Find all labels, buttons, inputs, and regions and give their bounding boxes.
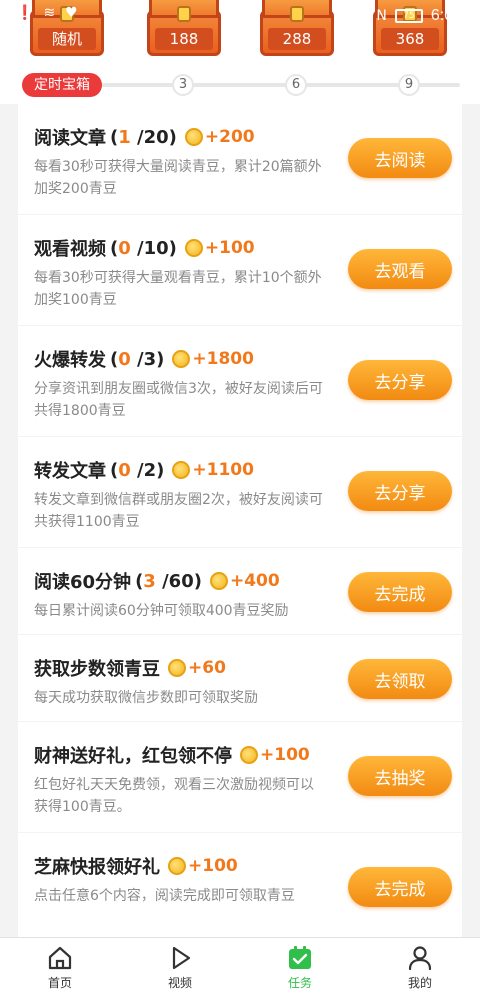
task-progress-total: /3) <box>137 348 165 370</box>
go-watch-button[interactable]: 去观看 <box>348 249 452 289</box>
task-progress-done: 0 <box>118 237 131 259</box>
nav-profile[interactable]: 我的 <box>385 944 455 991</box>
coin-icon <box>172 461 191 479</box>
task-description: 每日累计阅读60分钟可领取400青豆奖励 <box>34 603 289 619</box>
task-title-row: 转发文章 (0 /2) +1100 <box>34 457 254 483</box>
user-icon <box>408 946 432 971</box>
task-progress-done: 0 <box>118 348 131 370</box>
task-card: 阅读文章 (1 /20) +200 每看30秒可获得大量阅读青豆，累计20篇额外… <box>18 104 462 214</box>
nav-label: 任务 <box>287 976 312 990</box>
task-progress: (3 /60) <box>135 570 202 592</box>
battery-icon: 75 <box>394 9 423 23</box>
coin-icon <box>209 572 228 590</box>
task-reward: +100 <box>204 238 255 258</box>
timeline-node: 6 <box>285 74 307 96</box>
task-title-row: 火爆转发 (0 /3) +1800 <box>34 346 254 372</box>
go-complete-button[interactable]: 去完成 <box>348 572 452 612</box>
nav-home[interactable]: 首页 <box>25 944 95 991</box>
task-reward: +100 <box>260 745 310 765</box>
task-progress-total: /60) <box>162 570 202 592</box>
go-claim-button[interactable]: 去领取 <box>348 659 452 699</box>
heart-icon: ♥ <box>65 5 78 21</box>
go-share-button[interactable]: 去分享 <box>348 471 452 511</box>
task-progress-total: /20) <box>137 126 177 148</box>
home-icon <box>48 946 72 970</box>
task-card: 火爆转发 (0 /3) +1800 分享资讯到朋友圈或微信3次，被好友阅读后可共… <box>18 326 462 436</box>
nav-video[interactable]: 视频 <box>145 944 215 991</box>
task-progress: (0 /2) <box>110 459 165 481</box>
task-reward: +400 <box>229 571 280 591</box>
go-read-button[interactable]: 去阅读 <box>348 138 452 178</box>
task-card: 阅读60分钟 (3 /60) +400 每日累计阅读60分钟可领取400青豆奖励… <box>18 548 462 634</box>
task-description: 分享资讯到朋友圈或微信3次，被好友阅读后可共得1800青豆 <box>34 381 323 419</box>
coin-icon <box>168 857 186 875</box>
coin-icon <box>172 350 191 368</box>
bottom-nav: 首页 视频 任务 我的 <box>0 937 480 997</box>
task-description: 转发文章到微信群或朋友圈2次，被好友阅读可共获得1100青豆 <box>34 492 323 530</box>
task-title-row: 观看视频 (0 /10) +100 <box>34 235 255 261</box>
task-reward: +1100 <box>192 460 254 480</box>
task-title: 获取步数领青豆 <box>34 659 160 680</box>
task-title-row: 阅读60分钟 (3 /60) +400 <box>34 568 280 594</box>
task-description: 点击任意6个内容，阅读完成即可领取青豆 <box>34 888 295 904</box>
task-progress: (1 /20) <box>110 126 177 148</box>
task-title: 财神送好礼，红包领不停 <box>34 746 232 767</box>
task-progress-done: 1 <box>118 126 131 148</box>
go-complete-button[interactable]: 去完成 <box>348 867 452 907</box>
task-description: 每看30秒可获得大量观看青豆，累计10个额外加奖100青豆 <box>34 270 322 308</box>
task-title: 阅读60分钟 <box>34 572 132 593</box>
coin-icon <box>240 746 258 764</box>
task-title: 火爆转发 <box>34 350 106 371</box>
timed-chest-badge[interactable]: 定时宝箱 <box>22 73 102 97</box>
task-reward: +1800 <box>192 349 254 369</box>
task-title-row: 阅读文章 (1 /20) +200 <box>34 124 255 150</box>
task-card: 获取步数领青豆 +60 每天成功获取微信步数即可领取奖励 去领取 <box>18 635 462 721</box>
task-title-row: 财神送好礼，红包领不停 +100 <box>34 742 310 768</box>
task-icon <box>289 946 311 969</box>
task-card: 财神送好礼，红包领不停 +100 红包好礼天天免费领，观看三次激励视频可以获得1… <box>18 722 462 832</box>
nav-tasks[interactable]: 任务 <box>265 944 335 991</box>
timeline-node: 9 <box>398 74 420 96</box>
go-share-button[interactable]: 去分享 <box>348 360 452 400</box>
task-progress-done: 0 <box>118 459 131 481</box>
chest-timeline: 定时宝箱 3 6 9 <box>20 73 460 97</box>
play-icon <box>172 946 191 970</box>
nav-label: 视频 <box>167 976 192 990</box>
go-lottery-button[interactable]: 去抽奖 <box>348 756 452 796</box>
wifi-icon: ≋ <box>43 5 56 21</box>
task-card: 转发文章 (0 /2) +1100 转发文章到微信群或朋友圈2次，被好友阅读可共… <box>18 437 462 547</box>
nfc-icon: N <box>376 8 387 24</box>
timeline-node: 3 <box>172 74 194 96</box>
coin-icon <box>168 659 186 677</box>
task-reward: +200 <box>204 127 255 147</box>
task-description: 每看30秒可获得大量阅读青豆，累计20篇额外加奖200青豆 <box>34 159 322 197</box>
task-description: 红包好礼天天免费领，观看三次激励视频可以获得100青豆。 <box>34 777 314 815</box>
task-reward: +60 <box>188 658 226 678</box>
status-bar: ❗ ≋ ♥ N 75 6:07 <box>0 0 480 34</box>
task-title: 芝麻快报领好礼 <box>34 857 160 878</box>
task-title-row: 获取步数领青豆 +60 <box>34 655 226 681</box>
nav-label: 我的 <box>407 976 432 990</box>
coin-icon <box>184 239 203 257</box>
task-progress-done: 3 <box>143 570 156 592</box>
task-description: 每天成功获取微信步数即可领取奖励 <box>34 690 258 706</box>
task-reward: +100 <box>188 856 238 876</box>
nav-label: 首页 <box>47 976 72 990</box>
task-card: 芝麻快报领好礼 +100 点击任意6个内容，阅读完成即可领取青豆 去完成 <box>18 833 462 943</box>
task-progress-total: /2) <box>137 459 165 481</box>
coin-icon <box>184 128 203 146</box>
alert-icon: ❗ <box>16 5 34 21</box>
task-progress: (0 /10) <box>110 237 177 259</box>
clock: 6:07 <box>430 7 462 24</box>
task-title-row: 芝麻快报领好礼 +100 <box>34 853 238 879</box>
task-progress: (0 /3) <box>110 348 165 370</box>
task-title: 观看视频 <box>34 239 106 260</box>
task-progress-total: /10) <box>137 237 177 259</box>
task-card: 观看视频 (0 /10) +100 每看30秒可获得大量观看青豆，累计10个额外… <box>18 215 462 325</box>
task-title: 阅读文章 <box>34 128 106 149</box>
task-title: 转发文章 <box>34 461 106 482</box>
